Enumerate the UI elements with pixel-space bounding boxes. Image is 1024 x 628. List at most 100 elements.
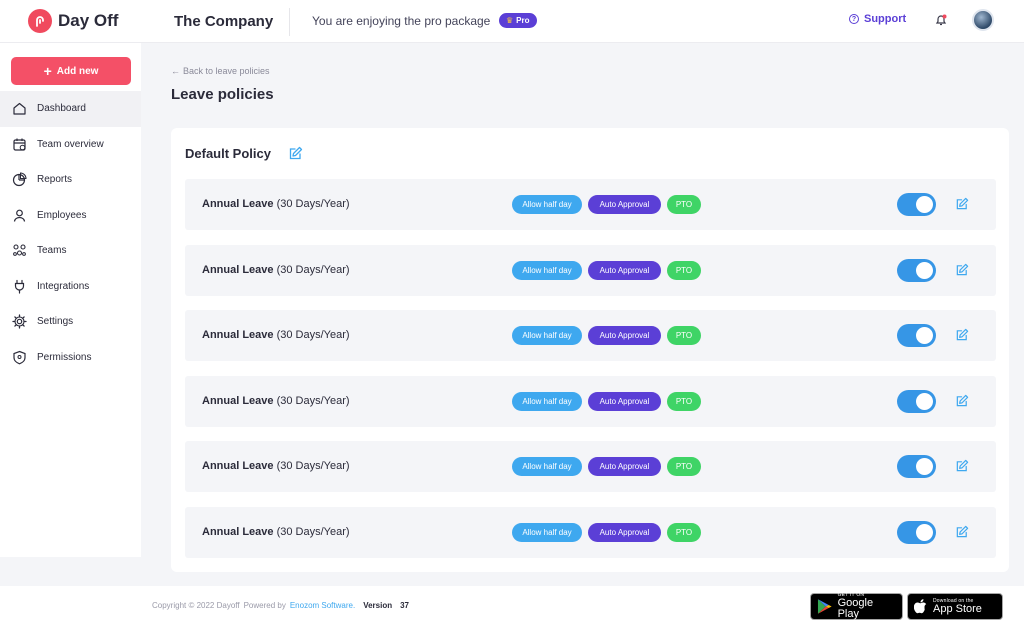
sidebar-item-dashboard[interactable]: Dashboard: [0, 91, 141, 127]
sidebar-item-integrations[interactable]: Integrations: [0, 269, 141, 305]
add-new-label: Add new: [56, 65, 99, 77]
sidebar-item-label: Team overview: [37, 138, 104, 150]
app-store-text: Download on the App Store: [933, 598, 982, 615]
leave-type-detail: (30 Days/Year): [273, 394, 350, 407]
edit-icon: [956, 459, 969, 472]
support-label: Support: [864, 13, 907, 25]
sidebar-item-settings[interactable]: Settings: [0, 304, 141, 340]
app-store-badge[interactable]: Download on the App Store: [907, 593, 1003, 620]
sidebar-item-label: Integrations: [37, 280, 90, 292]
leave-type-toggle[interactable]: [897, 324, 936, 347]
sidebar: + Add new Dashboard Team overview Report…: [0, 43, 141, 557]
enozom-link[interactable]: Enozom Software.: [290, 601, 355, 610]
edit-icon: [956, 525, 969, 537]
edit-policy-button[interactable]: [288, 146, 303, 161]
add-new-button[interactable]: + Add new: [11, 57, 131, 85]
edit-leave-type-button[interactable]: [955, 197, 969, 211]
leave-type-name: Annual Leave (30 Days/Year): [202, 264, 350, 276]
app-name: Day Off: [58, 11, 119, 30]
help-icon: ?: [849, 14, 859, 24]
leave-type-title: Annual Leave: [202, 198, 274, 210]
footer: Copyright © 2022 Dayoff Powered by Enozo…: [0, 586, 1024, 628]
leave-type-title: Annual Leave: [202, 263, 274, 276]
sidebar-item-label: Settings: [37, 316, 74, 328]
app-logo[interactable]: Day Off: [28, 9, 118, 33]
google-play-badge[interactable]: GET IT ON Google Play: [810, 593, 903, 620]
sidebar-item-team-overview[interactable]: Team overview: [0, 127, 141, 163]
allow-half-day-tag: Allow half day: [512, 391, 582, 411]
google-play-text: GET IT ON Google Play: [838, 593, 896, 620]
leave-type-detail: (30 Days/Year): [273, 525, 350, 538]
teams-icon: [11, 242, 28, 259]
edit-icon: [956, 328, 969, 341]
app-store-big: App Store: [933, 602, 982, 615]
edit-leave-type-button[interactable]: [955, 263, 969, 277]
toggle-knob: [916, 458, 933, 475]
leave-type-toggle[interactable]: [897, 258, 936, 282]
edit-leave-type-button[interactable]: [955, 328, 969, 342]
leave-type-detail: (30 Days/Year): [273, 198, 350, 210]
edit-leave-type-button[interactable]: [955, 394, 969, 408]
policy-title: Default Policy: [185, 146, 271, 161]
toggle-knob: [916, 523, 933, 541]
sidebar-item-employees[interactable]: Employees: [0, 198, 141, 234]
pro-badge: ♛ Pro: [499, 13, 537, 28]
allow-half-day-tag: Allow half day: [512, 326, 582, 345]
sidebar-item-permissions[interactable]: Permissions: [0, 340, 141, 376]
copyright-text: Copyright © 2022 Dayoff: [152, 601, 240, 610]
back-to-leave-policies-link[interactable]: ← Back to leave policies: [171, 66, 270, 76]
pto-tag: PTO: [667, 326, 701, 345]
version-number: 37: [400, 601, 410, 610]
leave-type-toggle[interactable]: [897, 389, 936, 413]
sidebar-item-reports[interactable]: Reports: [0, 162, 141, 198]
leave-type-detail: (30 Days/Year): [273, 460, 350, 472]
leave-type-row: Annual Leave (30 Days/Year) Allow half d…: [185, 179, 996, 230]
leave-type-title: Annual Leave: [202, 460, 274, 472]
google-play-big: Google Play: [837, 597, 874, 620]
edit-icon: [289, 146, 303, 160]
user-icon: [11, 207, 28, 224]
pto-tag: PTO: [667, 522, 701, 542]
calendar-icon: [11, 136, 28, 153]
pto-tag: PTO: [667, 195, 701, 214]
leave-type-name: Annual Leave (30 Days/Year): [202, 198, 350, 210]
policy-card: Default Policy Annual Leave (30 Days/Yea…: [171, 128, 1009, 572]
arrow-left-icon: ←: [171, 66, 180, 76]
sidebar-item-label: Employees: [37, 209, 87, 221]
google-play-icon: [817, 599, 832, 614]
leave-type-toggle[interactable]: [897, 520, 936, 544]
plug-icon: [11, 278, 28, 295]
edit-icon: [956, 197, 969, 210]
leave-type-detail: (30 Days/Year): [273, 329, 350, 341]
leave-type-toggle[interactable]: [897, 193, 936, 216]
powered-by-text: Powered by: [243, 601, 286, 610]
sidebar-item-label: Reports: [37, 174, 73, 186]
leave-type-name: Annual Leave (30 Days/Year): [202, 526, 350, 538]
auto-approval-tag: Auto Approval: [588, 522, 661, 542]
pto-tag: PTO: [667, 457, 701, 476]
apple-icon: [914, 599, 927, 614]
leave-type-title: Annual Leave: [202, 525, 274, 538]
edit-leave-type-button[interactable]: [955, 525, 969, 539]
edit-icon: [956, 263, 969, 275]
footer-copyright: Copyright © 2022 Dayoff Powered by Enozo…: [152, 601, 409, 610]
company-name: The Company: [174, 13, 274, 30]
toggle-knob: [916, 196, 933, 213]
notifications-button[interactable]: [930, 9, 952, 31]
support-link[interactable]: ? Support: [849, 13, 906, 25]
allow-half-day-tag: Allow half day: [512, 260, 582, 280]
promo-text: You are enjoying the pro package: [312, 14, 491, 28]
leave-type-title: Annual Leave: [202, 329, 274, 341]
edit-leave-type-button[interactable]: [955, 459, 969, 473]
crown-icon: ♛: [506, 16, 514, 25]
version-label: Version: [363, 601, 393, 610]
allow-half-day-tag: Allow half day: [512, 522, 582, 542]
sidebar-item-label: Dashboard: [37, 103, 86, 115]
leave-type-toggle[interactable]: [897, 455, 936, 478]
toggle-knob: [916, 261, 933, 279]
user-avatar[interactable]: [972, 9, 994, 31]
pto-tag: PTO: [667, 391, 701, 411]
sidebar-item-teams[interactable]: Teams: [0, 233, 141, 269]
sidebar-item-label: Permissions: [37, 351, 92, 363]
auto-approval-tag: Auto Approval: [588, 457, 661, 476]
